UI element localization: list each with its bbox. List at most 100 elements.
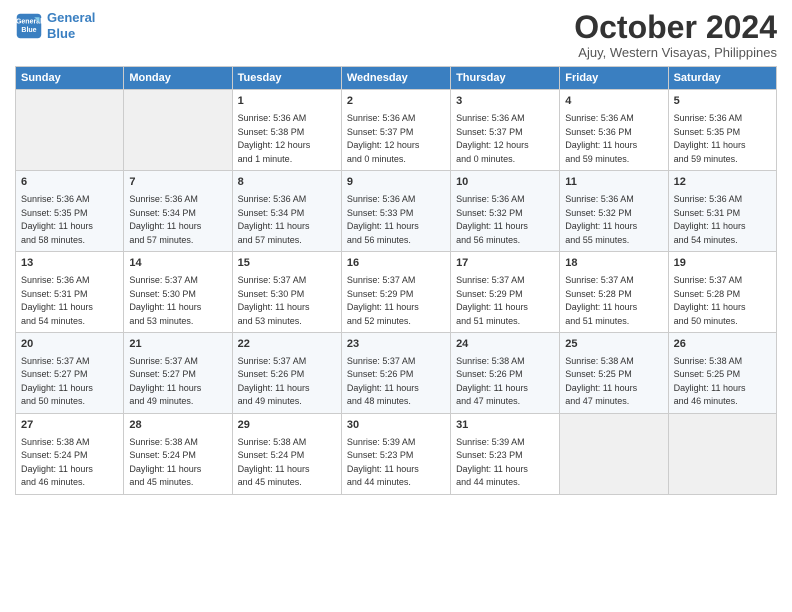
day-number: 4 [565, 94, 662, 110]
day-number: 28 [129, 418, 226, 434]
calendar-cell: 19 Sunrise: 5:37 AM Sunset: 5:28 PM Dayli… [668, 252, 776, 333]
cell-content: Sunrise: 5:38 AM Sunset: 5:26 PM Dayligh… [456, 355, 554, 409]
calendar-cell: 31 Sunrise: 5:39 AM Sunset: 5:23 PM Dayli… [451, 413, 560, 494]
day-number: 18 [565, 256, 662, 272]
calendar-cell: 5Sunrise: 5:36 AM Sunset: 5:35 PM Daylig… [668, 90, 776, 171]
day-number: 10 [456, 175, 554, 191]
day-number: 30 [347, 418, 445, 434]
calendar-cell: 25 Sunrise: 5:38 AM Sunset: 5:25 PM Dayli… [560, 333, 668, 414]
calendar-cell: 30 Sunrise: 5:39 AM Sunset: 5:23 PM Dayli… [341, 413, 450, 494]
day-number: 1 [238, 94, 336, 110]
calendar-cell: 18Sunrise: 5:37 AM Sunset: 5:28 PM Dayli… [560, 252, 668, 333]
cell-content: Sunrise: 5:36 AM Sunset: 5:36 PM Dayligh… [565, 112, 662, 166]
cell-content: Sunrise: 5:37 AM Sunset: 5:26 PM Dayligh… [347, 355, 445, 409]
day-number: 13 [21, 256, 118, 272]
cell-content: Sunrise: 5:37 AM Sunset: 5:28 PM Dayligh… [674, 274, 771, 328]
day-number: 12 [674, 175, 771, 191]
cell-content: Sunrise: 5:36 AM Sunset: 5:32 PM Dayligh… [565, 193, 662, 247]
calendar-cell: 20 Sunrise: 5:37 AM Sunset: 5:27 PM Dayli… [16, 333, 124, 414]
cell-content: Sunrise: 5:36 AM Sunset: 5:31 PM Dayligh… [674, 193, 771, 247]
day-number: 31 [456, 418, 554, 434]
cell-content: Sunrise: 5:38 AM Sunset: 5:25 PM Dayligh… [565, 355, 662, 409]
cell-content: Sunrise: 5:36 AM Sunset: 5:37 PM Dayligh… [456, 112, 554, 166]
logo-icon: General Blue [15, 12, 43, 40]
day-number: 20 [21, 337, 118, 353]
weekday-header: Thursday [451, 67, 560, 90]
weekday-header: Sunday [16, 67, 124, 90]
day-number: 16 [347, 256, 445, 272]
day-number: 8 [238, 175, 336, 191]
day-number: 9 [347, 175, 445, 191]
day-number: 27 [21, 418, 118, 434]
calendar-page: General Blue General Blue October 2024 A… [0, 0, 792, 612]
calendar-cell: 16 Sunrise: 5:37 AM Sunset: 5:29 PM Dayli… [341, 252, 450, 333]
calendar-cell: 29Sunrise: 5:38 AM Sunset: 5:24 PM Dayli… [232, 413, 341, 494]
cell-content: Sunrise: 5:36 AM Sunset: 5:33 PM Dayligh… [347, 193, 445, 247]
calendar-cell: 23 Sunrise: 5:37 AM Sunset: 5:26 PM Dayli… [341, 333, 450, 414]
weekday-header: Saturday [668, 67, 776, 90]
cell-content: Sunrise: 5:39 AM Sunset: 5:23 PM Dayligh… [456, 436, 554, 490]
cell-content: Sunrise: 5:38 AM Sunset: 5:24 PM Dayligh… [21, 436, 118, 490]
calendar-week-row: 6Sunrise: 5:36 AM Sunset: 5:35 PM Daylig… [16, 171, 777, 252]
day-number: 5 [674, 94, 771, 110]
cell-content: Sunrise: 5:37 AM Sunset: 5:29 PM Dayligh… [456, 274, 554, 328]
cell-content: Sunrise: 5:36 AM Sunset: 5:32 PM Dayligh… [456, 193, 554, 247]
calendar-cell: 2 Sunrise: 5:36 AM Sunset: 5:37 PM Daylig… [341, 90, 450, 171]
weekday-header: Wednesday [341, 67, 450, 90]
calendar-cell: 21 Sunrise: 5:37 AM Sunset: 5:27 PM Dayli… [124, 333, 232, 414]
day-number: 2 [347, 94, 445, 110]
day-number: 23 [347, 337, 445, 353]
month-title: October 2024 [574, 10, 777, 45]
calendar-body: 1 Sunrise: 5:36 AM Sunset: 5:38 PM Daylig… [16, 90, 777, 495]
day-number: 19 [674, 256, 771, 272]
calendar-week-row: 1 Sunrise: 5:36 AM Sunset: 5:38 PM Daylig… [16, 90, 777, 171]
cell-content: Sunrise: 5:36 AM Sunset: 5:37 PM Dayligh… [347, 112, 445, 166]
calendar-cell [560, 413, 668, 494]
calendar-week-row: 20 Sunrise: 5:37 AM Sunset: 5:27 PM Dayli… [16, 333, 777, 414]
day-number: 14 [129, 256, 226, 272]
cell-content: Sunrise: 5:36 AM Sunset: 5:34 PM Dayligh… [238, 193, 336, 247]
day-number: 17 [456, 256, 554, 272]
calendar-cell: 1 Sunrise: 5:36 AM Sunset: 5:38 PM Daylig… [232, 90, 341, 171]
calendar-cell: 7Sunrise: 5:36 AM Sunset: 5:34 PM Daylig… [124, 171, 232, 252]
calendar-cell [16, 90, 124, 171]
day-number: 3 [456, 94, 554, 110]
calendar-cell: 8 Sunrise: 5:36 AM Sunset: 5:34 PM Daylig… [232, 171, 341, 252]
cell-content: Sunrise: 5:37 AM Sunset: 5:29 PM Dayligh… [347, 274, 445, 328]
day-number: 7 [129, 175, 226, 191]
calendar-week-row: 27 Sunrise: 5:38 AM Sunset: 5:24 PM Dayli… [16, 413, 777, 494]
calendar-cell: 6Sunrise: 5:36 AM Sunset: 5:35 PM Daylig… [16, 171, 124, 252]
location: Ajuy, Western Visayas, Philippines [574, 45, 777, 60]
cell-content: Sunrise: 5:39 AM Sunset: 5:23 PM Dayligh… [347, 436, 445, 490]
cell-content: Sunrise: 5:36 AM Sunset: 5:38 PM Dayligh… [238, 112, 336, 166]
header: General Blue General Blue October 2024 A… [15, 10, 777, 60]
calendar-header-row: SundayMondayTuesdayWednesdayThursdayFrid… [16, 67, 777, 90]
cell-content: Sunrise: 5:37 AM Sunset: 5:30 PM Dayligh… [129, 274, 226, 328]
cell-content: Sunrise: 5:37 AM Sunset: 5:27 PM Dayligh… [21, 355, 118, 409]
calendar-cell: 24Sunrise: 5:38 AM Sunset: 5:26 PM Dayli… [451, 333, 560, 414]
day-number: 22 [238, 337, 336, 353]
calendar-cell: 4 Sunrise: 5:36 AM Sunset: 5:36 PM Daylig… [560, 90, 668, 171]
calendar-cell: 27 Sunrise: 5:38 AM Sunset: 5:24 PM Dayli… [16, 413, 124, 494]
weekday-header: Friday [560, 67, 668, 90]
day-number: 6 [21, 175, 118, 191]
calendar-cell: 11 Sunrise: 5:36 AM Sunset: 5:32 PM Dayli… [560, 171, 668, 252]
day-number: 21 [129, 337, 226, 353]
calendar-cell [668, 413, 776, 494]
title-block: October 2024 Ajuy, Western Visayas, Phil… [574, 10, 777, 60]
weekday-header: Monday [124, 67, 232, 90]
calendar-cell: 26Sunrise: 5:38 AM Sunset: 5:25 PM Dayli… [668, 333, 776, 414]
day-number: 15 [238, 256, 336, 272]
calendar-cell: 13Sunrise: 5:36 AM Sunset: 5:31 PM Dayli… [16, 252, 124, 333]
day-number: 26 [674, 337, 771, 353]
cell-content: Sunrise: 5:37 AM Sunset: 5:30 PM Dayligh… [238, 274, 336, 328]
calendar-cell: 17 Sunrise: 5:37 AM Sunset: 5:29 PM Dayli… [451, 252, 560, 333]
logo-text: General Blue [47, 10, 95, 41]
calendar-cell: 28Sunrise: 5:38 AM Sunset: 5:24 PM Dayli… [124, 413, 232, 494]
weekday-header: Tuesday [232, 67, 341, 90]
logo: General Blue General Blue [15, 10, 95, 41]
day-number: 11 [565, 175, 662, 191]
calendar-cell: 9 Sunrise: 5:36 AM Sunset: 5:33 PM Daylig… [341, 171, 450, 252]
cell-content: Sunrise: 5:37 AM Sunset: 5:27 PM Dayligh… [129, 355, 226, 409]
day-number: 25 [565, 337, 662, 353]
